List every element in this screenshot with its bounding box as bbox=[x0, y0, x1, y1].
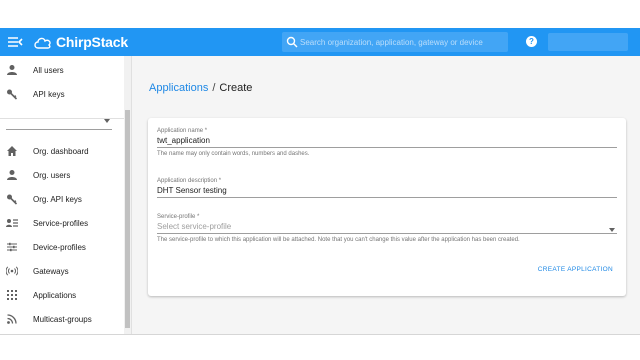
window-bottom-edge bbox=[0, 334, 640, 335]
help-icon[interactable]: ? bbox=[526, 36, 537, 47]
sidebar-item-org-users[interactable]: Org. users bbox=[0, 163, 124, 187]
sidebar: All users API keys Org. dashboard Org. u… bbox=[0, 56, 132, 334]
sidebar-item-label: Device-profiles bbox=[33, 242, 86, 252]
sidebar-item-device-profiles[interactable]: Device-profiles bbox=[0, 235, 124, 259]
chevron-down-icon bbox=[104, 119, 110, 123]
sidebar-item-label: Service-profiles bbox=[33, 218, 89, 228]
home-icon bbox=[7, 146, 17, 156]
sidebar-item-label: Org. dashboard bbox=[33, 146, 89, 156]
search-box[interactable] bbox=[282, 32, 508, 52]
logo-text: ChirpStack bbox=[56, 34, 128, 50]
sidebar-item-label: Org. users bbox=[33, 170, 71, 180]
rss-icon bbox=[7, 314, 17, 324]
sidebar-item-label: Org. API keys bbox=[33, 194, 82, 204]
apps-grid-icon bbox=[7, 290, 17, 300]
sidebar-item-service-profiles[interactable]: Service-profiles bbox=[0, 211, 124, 235]
key-icon bbox=[7, 89, 18, 100]
sidebar-item-gateways[interactable]: Gateways bbox=[0, 259, 124, 283]
application-name-field[interactable]: Application name * twt_application The n… bbox=[157, 128, 617, 157]
chirpstack-logo[interactable]: ChirpStack bbox=[33, 32, 128, 52]
service-profile-select[interactable]: Select service-profile bbox=[157, 220, 617, 234]
sidebar-item-applications[interactable]: Applications bbox=[0, 283, 124, 307]
account-details-icon bbox=[6, 219, 18, 227]
user-menu[interactable] bbox=[548, 33, 628, 51]
create-application-button[interactable]: CREATE APPLICATION bbox=[538, 266, 613, 273]
application-name-input[interactable]: twt_application bbox=[157, 134, 617, 148]
field-help-text: The service-profile to which this applic… bbox=[157, 237, 520, 243]
menu-collapse-icon[interactable] bbox=[6, 34, 24, 50]
sidebar-item-all-users[interactable]: All users bbox=[0, 58, 124, 82]
sidebar-item-multicast-groups[interactable]: Multicast-groups bbox=[0, 307, 124, 331]
breadcrumb-applications-link[interactable]: Applications bbox=[149, 82, 208, 94]
sidebar-item-api-keys[interactable]: API keys bbox=[0, 82, 124, 106]
key-icon bbox=[7, 194, 18, 205]
sidebar-item-label: All users bbox=[33, 65, 64, 75]
sidebar-item-label: API keys bbox=[33, 89, 65, 99]
organization-select[interactable] bbox=[6, 116, 112, 130]
create-application-form: Application name * twt_application The n… bbox=[148, 118, 626, 296]
service-profile-field[interactable]: Service-profile * Select service-profile… bbox=[157, 214, 617, 243]
radio-tower-icon bbox=[6, 266, 18, 276]
sidebar-scrollbar[interactable] bbox=[124, 56, 131, 334]
page-title: Create bbox=[219, 82, 253, 94]
person-icon bbox=[7, 170, 17, 180]
sidebar-item-label: Applications bbox=[33, 290, 77, 300]
search-icon bbox=[286, 36, 298, 48]
breadcrumb-separator: / bbox=[212, 82, 216, 94]
sidebar-item-org-api-keys[interactable]: Org. API keys bbox=[0, 187, 124, 211]
person-icon bbox=[7, 65, 17, 75]
main-content: Applications / Create Application name *… bbox=[132, 56, 640, 334]
sidebar-item-label: Multicast-groups bbox=[33, 314, 92, 324]
field-help-text: The name may only contain words, numbers… bbox=[157, 151, 310, 157]
tune-icon bbox=[7, 242, 17, 252]
search-input[interactable] bbox=[300, 32, 504, 52]
breadcrumb: Applications / Create bbox=[149, 82, 252, 94]
application-description-field[interactable]: Application description * DHT Sensor tes… bbox=[157, 178, 617, 198]
sidebar-item-label: Gateways bbox=[33, 266, 69, 276]
cloud-icon bbox=[34, 37, 51, 49]
sidebar-item-org-dashboard[interactable]: Org. dashboard bbox=[0, 139, 124, 163]
chevron-down-icon bbox=[609, 228, 615, 232]
application-description-input[interactable]: DHT Sensor testing bbox=[157, 184, 617, 198]
scrollbar-thumb[interactable] bbox=[125, 110, 130, 328]
app-bar: ChirpStack ? bbox=[0, 28, 640, 56]
